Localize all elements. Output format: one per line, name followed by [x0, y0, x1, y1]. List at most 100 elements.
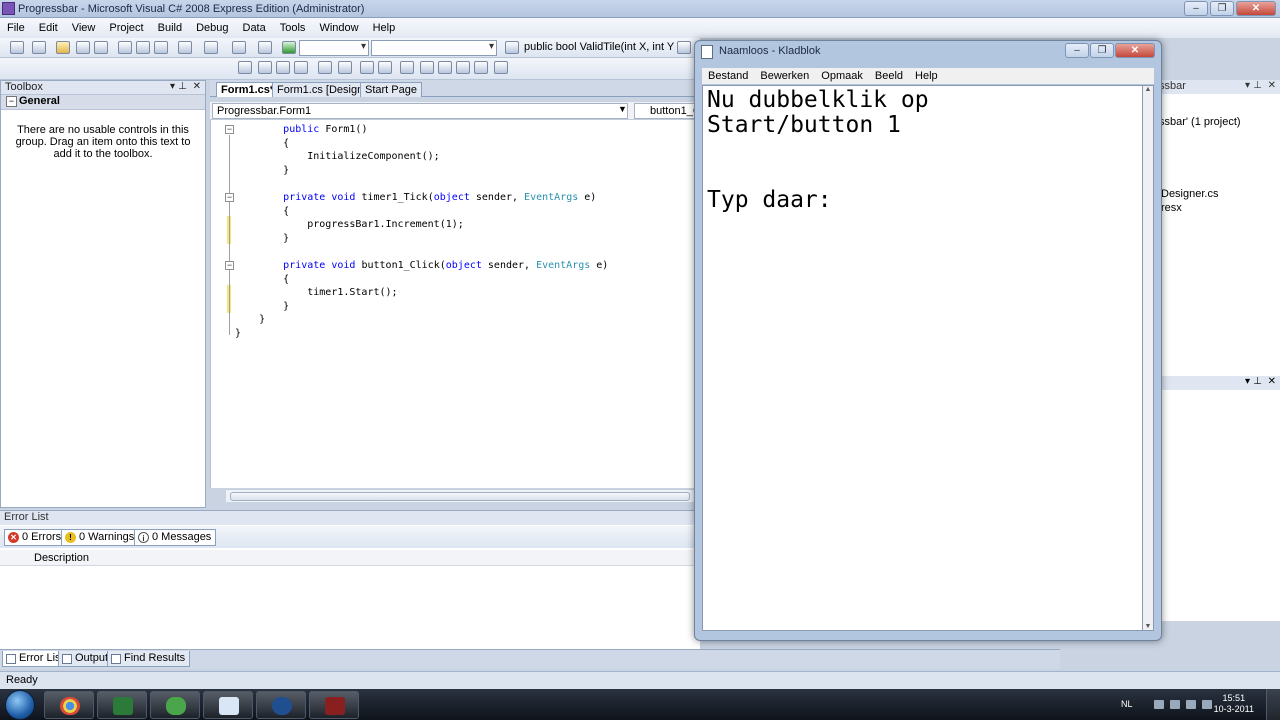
scroll-up-icon[interactable]: ▲ — [1143, 86, 1153, 93]
network-icon[interactable] — [1186, 700, 1196, 709]
next-bookmark-icon[interactable] — [438, 61, 452, 74]
notepad-close-button[interactable]: ✕ — [1115, 43, 1155, 58]
horizontal-scrollbar[interactable] — [226, 489, 696, 502]
collapse-icon[interactable]: − — [225, 261, 234, 270]
dropdown-icon[interactable]: ▾ — [1245, 376, 1250, 387]
menu-file[interactable]: File — [0, 22, 32, 34]
code-line: } — [283, 164, 290, 176]
prev-bookmark-folder-icon[interactable] — [456, 61, 470, 74]
tab-output[interactable]: Output — [58, 651, 114, 667]
errors-filter-button[interactable]: ✕ 0 Errors — [4, 529, 67, 546]
find-in-files-icon[interactable] — [505, 41, 519, 54]
tab-start-page[interactable]: Start Page — [360, 82, 422, 97]
align-centers-icon[interactable] — [276, 61, 290, 74]
bookmark-icon[interactable] — [400, 61, 414, 74]
menu-window[interactable]: Window — [312, 22, 365, 34]
pin-icon[interactable]: ⊥ — [178, 81, 187, 92]
menu-data[interactable]: Data — [236, 22, 273, 34]
new-project-icon[interactable] — [10, 41, 24, 54]
paste-icon[interactable] — [154, 41, 168, 54]
taskbar-notepad[interactable] — [203, 691, 253, 719]
menu-debug[interactable]: Debug — [189, 22, 235, 34]
menu-help[interactable]: Help — [366, 22, 403, 34]
taskbar-app-4[interactable] — [256, 691, 306, 719]
taskbar-messenger[interactable] — [150, 691, 200, 719]
notepad-vertical-scrollbar[interactable]: ▲ ▼ — [1143, 85, 1154, 631]
notepad-minimize-button[interactable]: – — [1065, 43, 1089, 58]
menu-project[interactable]: Project — [102, 22, 150, 34]
copy-icon[interactable] — [136, 41, 150, 54]
resx-file-node[interactable]: resx — [1161, 202, 1182, 214]
menu-bestand[interactable]: Bestand — [702, 70, 754, 82]
menu-build[interactable]: Build — [151, 22, 189, 34]
close-icon[interactable]: ✕ — [1268, 376, 1276, 387]
menu-beeld[interactable]: Beeld — [869, 70, 909, 82]
tray-flag-icon[interactable] — [1170, 700, 1180, 709]
navigate-back-icon[interactable] — [232, 41, 246, 54]
start-button[interactable] — [5, 690, 35, 720]
find-combo[interactable] — [371, 40, 497, 56]
taskbar-recorder[interactable] — [309, 691, 359, 719]
collapse-icon[interactable]: − — [225, 125, 234, 134]
start-debugging-icon[interactable] — [282, 41, 296, 54]
indent-icon[interactable] — [318, 61, 332, 74]
comment-icon[interactable] — [360, 61, 374, 74]
notepad-maximize-button[interactable]: ❐ — [1090, 43, 1114, 58]
uncomment-icon[interactable] — [378, 61, 392, 74]
dropdown-icon[interactable]: ▾ — [170, 81, 175, 92]
menu-opmaak[interactable]: Opmaak — [815, 70, 869, 82]
tab-form1-cs[interactable]: Form1.cs* — [216, 82, 280, 97]
redo-icon[interactable] — [204, 41, 218, 54]
close-button[interactable]: ✕ — [1236, 1, 1276, 16]
save-icon[interactable] — [76, 41, 90, 54]
configuration-combo[interactable] — [299, 40, 369, 56]
clock[interactable]: 15:51 10-3-2011 — [1214, 693, 1254, 715]
taskbar-chrome[interactable] — [44, 691, 94, 719]
taskbar-visual-csharp[interactable] — [97, 691, 147, 719]
pin-icon[interactable]: ⊥ — [1253, 376, 1262, 387]
class-combo[interactable]: Progressbar.Form1 — [212, 103, 628, 119]
menu-help[interactable]: Help — [909, 70, 944, 82]
open-icon[interactable] — [56, 41, 70, 54]
error-list-column-header[interactable]: Description — [0, 550, 700, 566]
cut-icon[interactable] — [118, 41, 132, 54]
close-icon[interactable]: ✕ — [1268, 80, 1276, 91]
clear-bookmarks-icon[interactable] — [494, 61, 508, 74]
add-item-icon[interactable] — [32, 41, 46, 54]
pin-icon[interactable]: ⊥ — [1253, 80, 1262, 91]
scroll-down-icon[interactable]: ▼ — [1143, 623, 1153, 630]
volume-icon[interactable] — [1202, 700, 1212, 709]
warnings-filter-button[interactable]: ! 0 Warnings — [61, 529, 140, 546]
maximize-button[interactable]: ❐ — [1210, 1, 1234, 16]
next-bookmark-folder-icon[interactable] — [474, 61, 488, 74]
designer-file-node[interactable]: Designer.cs — [1161, 188, 1218, 200]
undo-icon[interactable] — [178, 41, 192, 54]
solution-node[interactable]: ssbar' (1 project) — [1159, 116, 1241, 128]
dropdown-icon[interactable]: ▾ — [1245, 80, 1250, 91]
align-to-grid-icon[interactable] — [238, 61, 252, 74]
clock-date: 10-3-2011 — [1213, 704, 1254, 714]
notepad-icon — [219, 697, 239, 715]
save-all-icon[interactable] — [94, 41, 108, 54]
member-combo[interactable]: button1_Cl — [634, 103, 700, 119]
menu-edit[interactable]: Edit — [32, 22, 65, 34]
close-icon[interactable]: ✕ — [193, 81, 201, 92]
prev-bookmark-icon[interactable] — [420, 61, 434, 74]
menu-view[interactable]: View — [65, 22, 103, 34]
collapse-icon[interactable]: − — [225, 193, 234, 202]
outdent-icon[interactable] — [338, 61, 352, 74]
navigate-forward-icon[interactable] — [258, 41, 272, 54]
object-browser-icon[interactable] — [677, 41, 691, 54]
show-desktop-button[interactable] — [1266, 689, 1280, 720]
language-indicator[interactable]: NL — [1121, 699, 1133, 709]
menu-tools[interactable]: Tools — [273, 22, 313, 34]
minimize-button[interactable]: – — [1184, 1, 1208, 16]
toolbox-group-general[interactable]: General — [1, 95, 205, 110]
align-rights-icon[interactable] — [294, 61, 308, 74]
align-lefts-icon[interactable] — [258, 61, 272, 74]
tab-find-results[interactable]: Find Results — [107, 651, 191, 667]
menu-bewerken[interactable]: Bewerken — [754, 70, 815, 82]
messages-filter-button[interactable]: i0 Messages — [134, 529, 217, 546]
notepad-text-area[interactable]: Nu dubbelklik op Start/button 1 Typ daar… — [702, 85, 1143, 631]
tray-arrow-icon[interactable] — [1154, 700, 1164, 709]
